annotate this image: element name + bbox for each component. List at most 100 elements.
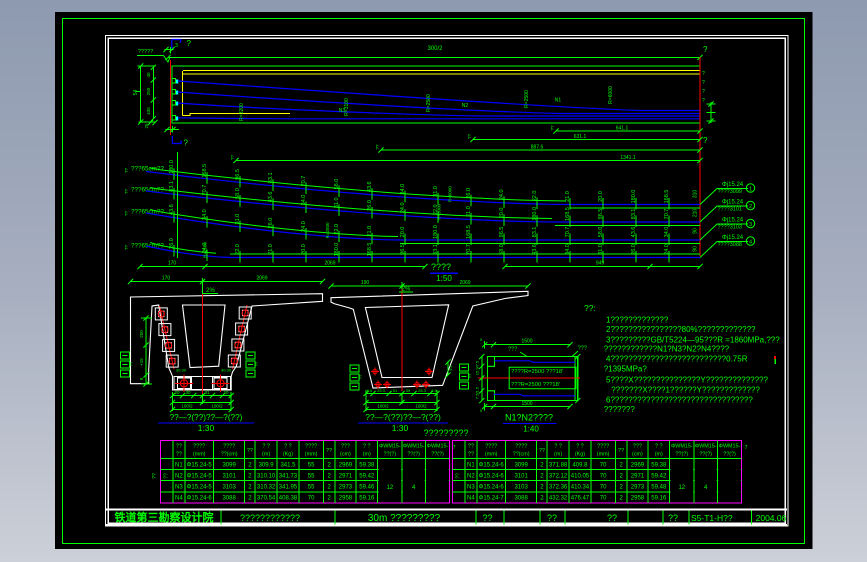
svg-text:372.12: 372.12 (549, 473, 568, 479)
svg-text:21.0: 21.0 (565, 191, 571, 202)
svg-text:70: 70 (600, 485, 607, 491)
svg-text:S5-T1-H??: S5-T1-H?? (691, 513, 733, 523)
svg-text:26.0: 26.0 (169, 238, 175, 249)
svg-text:(Kg): (Kg) (575, 452, 585, 458)
svg-text:9.2: 9.2 (448, 364, 453, 370)
svg-text:168.5: 168.5 (202, 164, 208, 178)
svg-text:??: ?? (550, 125, 555, 131)
svg-text:3: 3 (749, 222, 752, 228)
svg-text:??: ?? (375, 144, 380, 150)
svg-text:N1: N1 (175, 462, 183, 468)
svg-text:170: 170 (168, 261, 177, 267)
svg-text:??: ?? (456, 473, 462, 479)
svg-text:2004.06: 2004.06 (756, 513, 787, 523)
svg-text:168.5: 168.5 (565, 207, 571, 221)
svg-text:2973: 2973 (339, 485, 353, 491)
svg-text:ΦWM15-: ΦWM15- (403, 444, 425, 450)
svg-text:铁道第三勘察设计院: 铁道第三勘察设计院 (115, 510, 214, 524)
svg-text:(cm): (cm) (340, 452, 351, 458)
svg-text:59.16: 59.16 (651, 496, 667, 502)
svg-text:?????: ????? (138, 49, 153, 55)
svg-text:58.0: 58.0 (334, 179, 340, 190)
svg-text:N1: N1 (555, 98, 562, 104)
svg-text:341.5: 341.5 (280, 462, 296, 468)
svg-text:4??????????????????????????0.7: 4??????????????????????????0.75R (606, 355, 748, 364)
svg-text:(cm): (cm) (632, 452, 643, 458)
svg-text:24.0: 24.0 (664, 244, 670, 255)
svg-text:34.0: 34.0 (565, 244, 571, 255)
svg-text:????R=2500 ???18': ????R=2500 ???18' (511, 369, 563, 375)
svg-text:24.0: 24.0 (499, 189, 505, 200)
svg-text:???: ??? (508, 347, 517, 353)
svg-text:34.0: 34.0 (202, 209, 208, 220)
svg-text:25.3: 25.3 (377, 388, 386, 393)
svg-text:641.1: 641.1 (616, 126, 629, 132)
svg-text:55: 55 (308, 462, 315, 468)
svg-text:N2: N2 (175, 473, 183, 479)
svg-text:????: ???? (223, 444, 235, 450)
svg-text:(m): (m) (262, 452, 270, 458)
svg-text:??: ?? (668, 513, 678, 523)
svg-text:83.1: 83.1 (433, 244, 439, 255)
svg-text:???: ??? (578, 346, 587, 352)
svg-text:??(cm): ??(cm) (513, 452, 530, 458)
svg-text:Φj15.24: Φj15.24 (722, 218, 744, 224)
svg-text:ΦWM15-: ΦWM15- (719, 444, 741, 450)
svg-text:1?????????????: 1????????????? (606, 316, 669, 325)
svg-text:100/2: 100/2 (377, 403, 389, 408)
svg-text:180.0: 180.0 (532, 207, 538, 221)
svg-text:341.73: 341.73 (279, 473, 298, 479)
svg-text:Φ15.24-6: Φ15.24-6 (479, 473, 505, 479)
svg-text:? ?: ? ? (655, 444, 663, 450)
svg-text:371.88: 371.88 (549, 462, 568, 468)
svg-text:250: 250 (146, 87, 151, 95)
svg-text:3103: 3103 (514, 485, 528, 491)
svg-text:N1: N1 (467, 462, 475, 468)
svg-text:ΦWM15-: ΦWM15- (695, 444, 717, 450)
svg-text:180.0: 180.0 (169, 160, 175, 174)
svg-text:2971: 2971 (631, 473, 645, 479)
svg-text:70.7: 70.7 (301, 176, 307, 187)
svg-text:Φ15.24-6: Φ15.24-6 (479, 462, 505, 468)
svg-text:631.1: 631.1 (574, 134, 587, 140)
svg-text:?: ? (703, 136, 708, 145)
svg-text:31: 31 (204, 390, 210, 395)
svg-text:55: 55 (308, 485, 315, 491)
svg-text:??: ?? (358, 374, 363, 379)
svg-text:1500: 1500 (521, 339, 532, 345)
svg-text:Φj15.24: Φj15.24 (722, 182, 744, 188)
svg-text:40: 40 (146, 72, 151, 78)
svg-text:30.30: 30.30 (176, 368, 187, 373)
svg-text:??: ?? (230, 155, 235, 161)
svg-text:100/2: 100/2 (415, 403, 427, 408)
svg-text:2969: 2969 (339, 462, 353, 468)
svg-text:7: 7 (745, 445, 748, 451)
svg-text:??: ?? (254, 361, 259, 366)
svg-text:59.42: 59.42 (359, 473, 375, 479)
svg-text:3088: 3088 (222, 496, 236, 502)
svg-text:??—?(??)??—?(??): ??—?(??)??—?(??) (170, 413, 243, 422)
svg-text:2958: 2958 (339, 496, 353, 502)
svg-text:59.48: 59.48 (651, 485, 667, 491)
svg-text:2969: 2969 (631, 462, 645, 468)
svg-text:83.1: 83.1 (268, 172, 274, 183)
svg-text:?: ? (702, 71, 705, 77)
svg-text:(Kg): (Kg) (283, 452, 293, 458)
svg-text:24.0: 24.0 (400, 202, 406, 213)
svg-text:31.0: 31.0 (598, 244, 604, 255)
svg-text:?????????: ????????? (423, 428, 468, 438)
svg-text:???: ??? (633, 444, 642, 450)
svg-text:180.0: 180.0 (433, 225, 439, 239)
svg-text:370.54: 370.54 (257, 496, 276, 502)
svg-text:2973: 2973 (631, 485, 645, 491)
svg-text:4: 4 (749, 240, 752, 246)
svg-text:70: 70 (600, 496, 607, 502)
svg-text:210: 210 (693, 209, 699, 218)
svg-text:168.5: 168.5 (466, 225, 472, 239)
svg-text:??: ?? (468, 444, 474, 450)
svg-text:24.0: 24.0 (301, 221, 307, 232)
svg-text:??(cm): ??(cm) (221, 452, 238, 458)
svg-text:30.30: 30.30 (221, 368, 232, 373)
svg-text:??: ?? (482, 513, 492, 523)
svg-text:(m): (m) (655, 452, 663, 458)
